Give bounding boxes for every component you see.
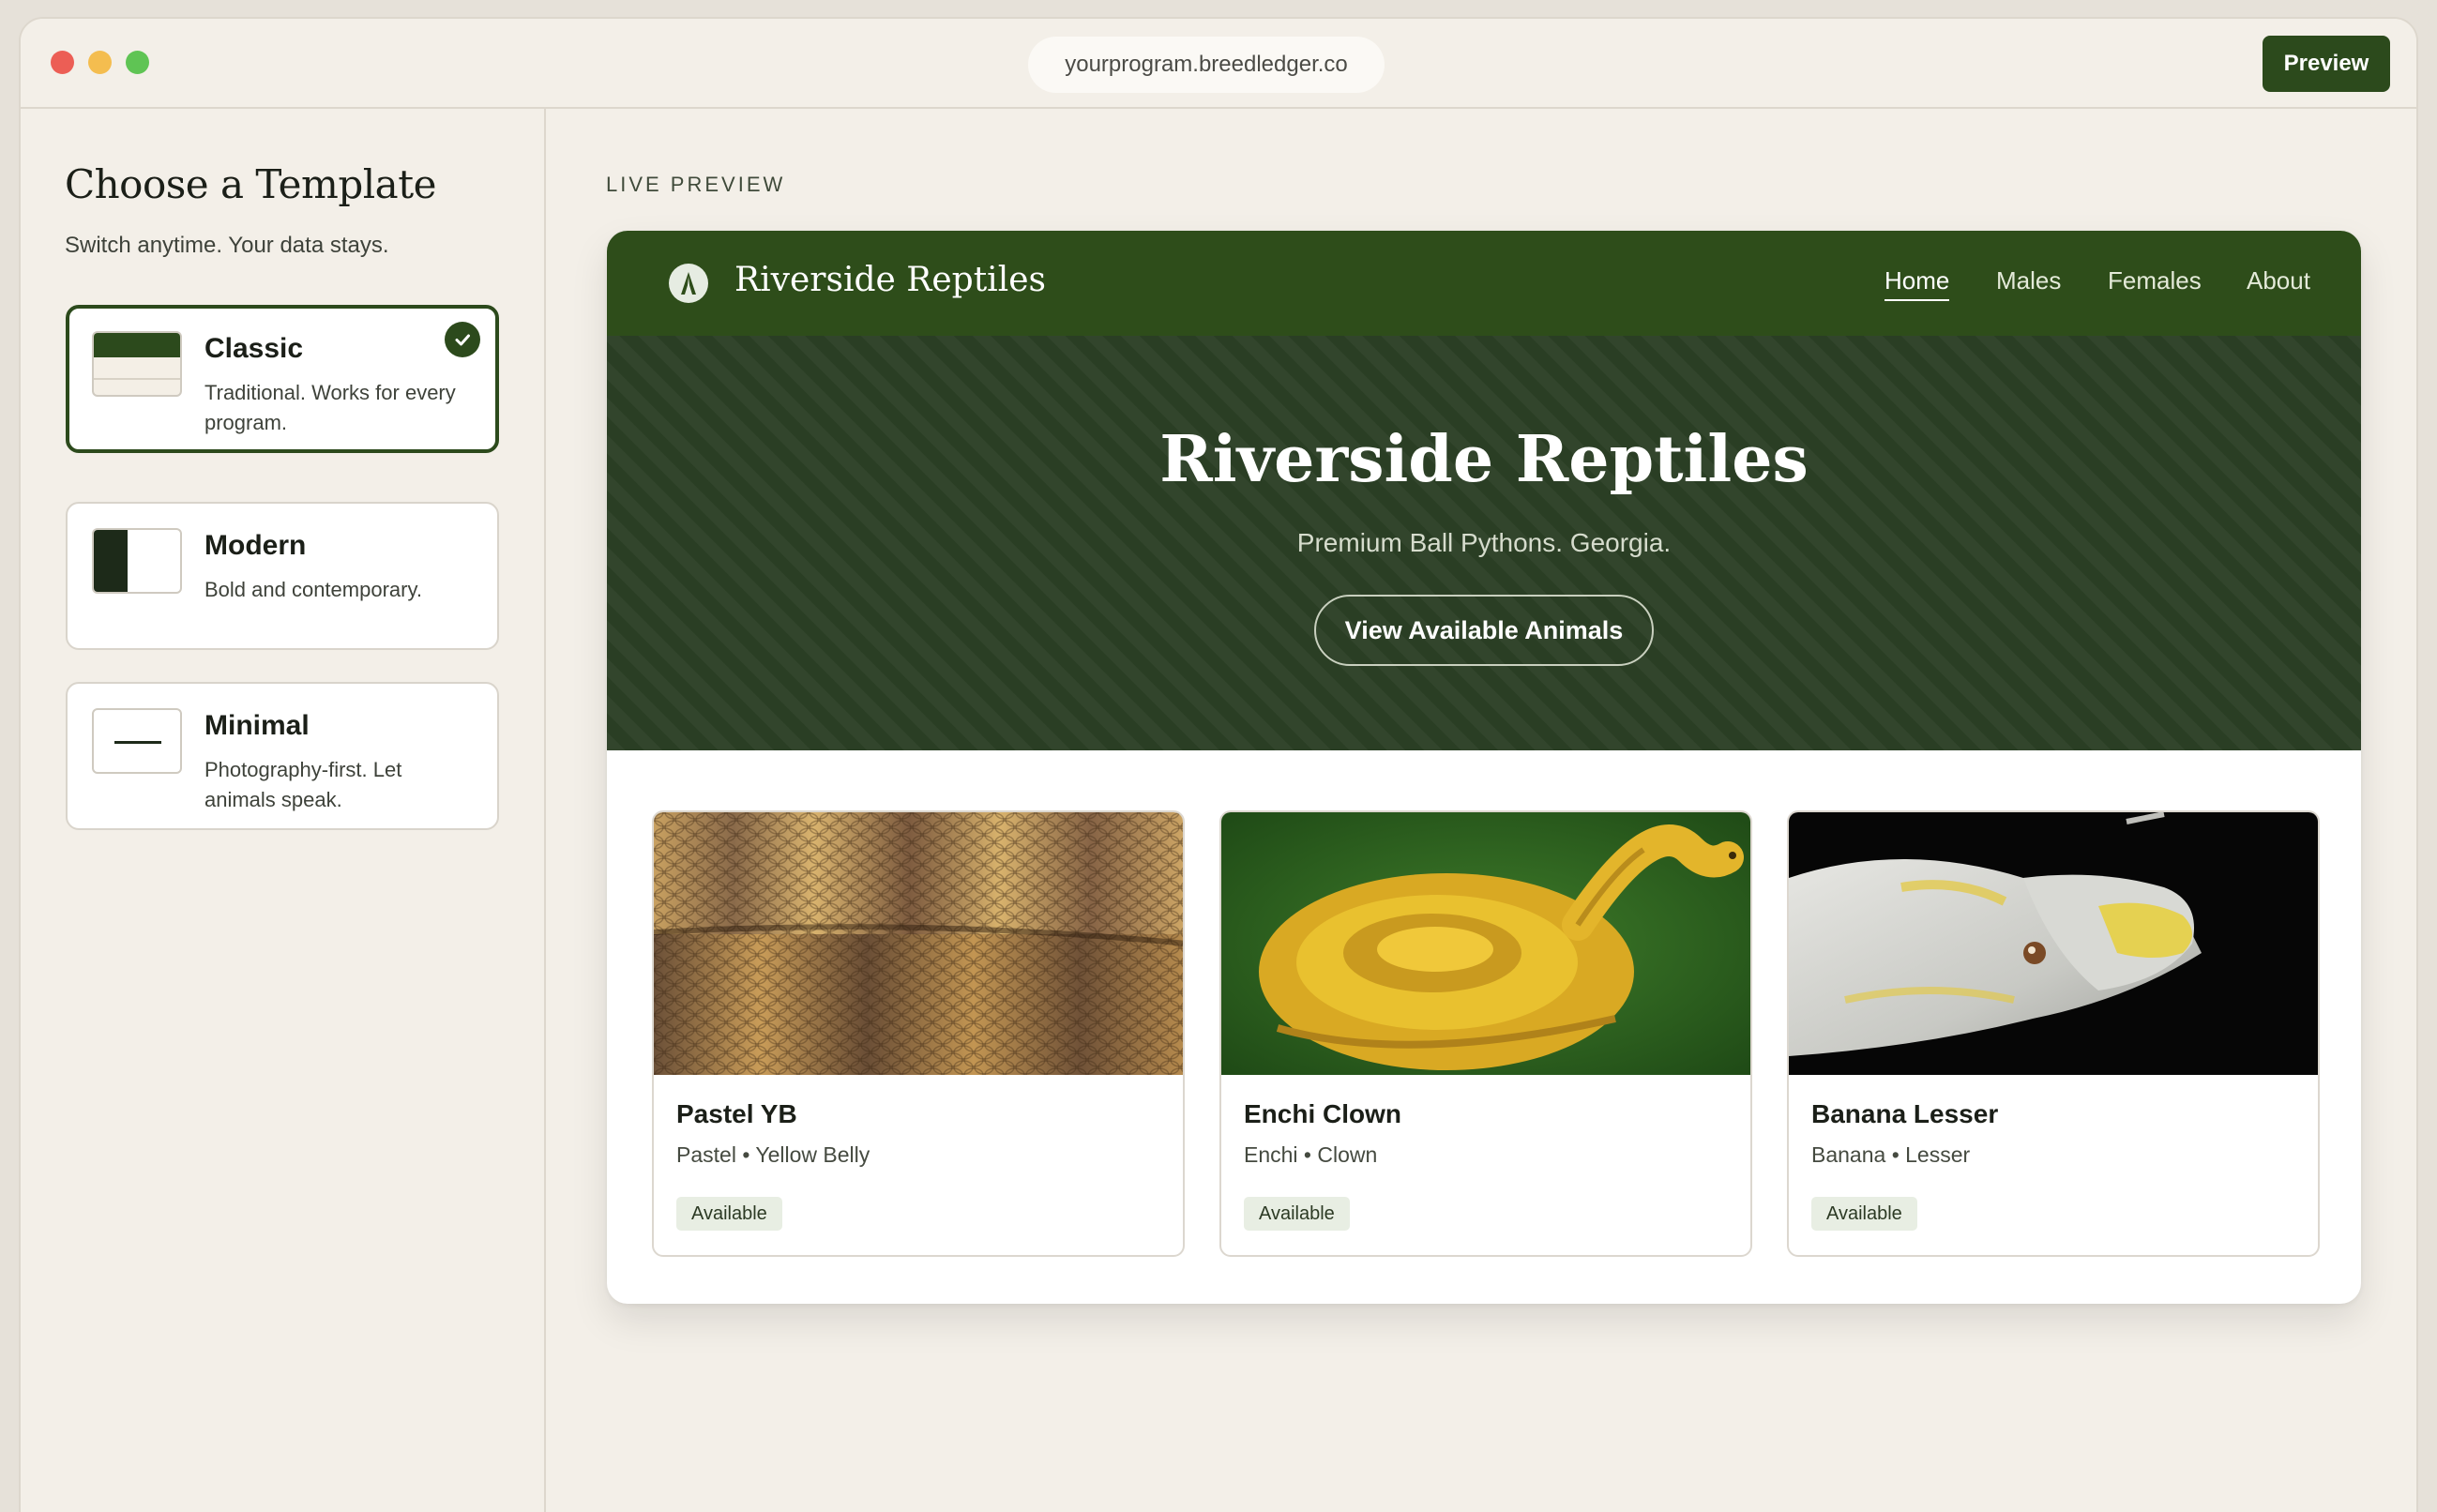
close-window-button[interactable] bbox=[51, 51, 74, 74]
animal-card-enchi-clown[interactable]: Enchi Clown Enchi • Clown Available bbox=[1219, 810, 1752, 1257]
classic-thumbnail-icon bbox=[92, 331, 182, 397]
snake-photo-banana-lesser bbox=[1789, 812, 2318, 1075]
template-description: Photography-first. Let animals speak. bbox=[204, 758, 402, 811]
animal-genes: Pastel • Yellow Belly bbox=[676, 1142, 870, 1167]
minimize-window-button[interactable] bbox=[88, 51, 112, 74]
animal-name: Banana Lesser bbox=[1811, 1099, 1999, 1128]
modern-thumbnail-icon bbox=[92, 528, 182, 594]
status-badge: Available bbox=[1244, 1197, 1350, 1231]
sidebar-title: Choose a Template bbox=[65, 161, 436, 207]
browser-titlebar: yourprogram.breedledger.co Preview bbox=[21, 19, 2416, 109]
template-option-minimal[interactable]: Minimal Photography-first. Let animals s… bbox=[66, 682, 499, 830]
site-navbar: Riverside Reptiles Home Males Females Ab… bbox=[607, 231, 2361, 336]
template-description: Bold and contemporary. bbox=[204, 578, 422, 601]
animal-name: Pastel YB bbox=[676, 1099, 797, 1128]
animal-card-banana-lesser[interactable]: Banana Lesser Banana • Lesser Available bbox=[1787, 810, 2320, 1257]
url-bar[interactable]: yourprogram.breedledger.co bbox=[1028, 37, 1385, 93]
nav-link-about[interactable]: About bbox=[2247, 266, 2310, 295]
minimal-thumbnail-icon bbox=[92, 708, 182, 774]
hero-subtitle: Premium Ball Pythons. Georgia. bbox=[1296, 528, 1672, 557]
sidebar-subtitle: Switch anytime. Your data stays. bbox=[65, 233, 389, 258]
maximize-window-button[interactable] bbox=[126, 51, 149, 74]
selected-check-icon bbox=[445, 322, 480, 357]
animal-card-pastel-yb[interactable]: Pastel YB Pastel • Yellow Belly Availabl… bbox=[652, 810, 1185, 1257]
live-preview-label: LIVE PREVIEW bbox=[606, 173, 786, 196]
template-sidebar: Choose a Template Switch anytime. Your d… bbox=[21, 109, 546, 1512]
browser-window: yourprogram.breedledger.co Preview Choos… bbox=[19, 17, 2418, 1512]
template-option-classic[interactable]: Classic Traditional. Works for every pro… bbox=[66, 305, 499, 453]
status-badge: Available bbox=[676, 1197, 782, 1231]
nav-link-females[interactable]: Females bbox=[2108, 266, 2202, 295]
animal-genes: Enchi • Clown bbox=[1244, 1142, 1378, 1167]
nav-link-males[interactable]: Males bbox=[1996, 266, 2061, 295]
animal-genes: Banana • Lesser bbox=[1811, 1142, 1971, 1167]
status-badge: Available bbox=[1811, 1197, 1917, 1231]
nav-link-home[interactable]: Home bbox=[1885, 266, 1950, 301]
snake-photo-pastel-yb bbox=[654, 812, 1183, 1075]
template-description: Traditional. Works for every program. bbox=[204, 381, 456, 434]
site-logo-icon bbox=[669, 264, 708, 303]
template-name: Classic bbox=[204, 333, 304, 364]
view-available-animals-button[interactable]: View Available Animals bbox=[1314, 595, 1654, 666]
site-name[interactable]: Riverside Reptiles bbox=[734, 261, 1046, 299]
preview-button[interactable]: Preview bbox=[2263, 36, 2390, 92]
template-name: Minimal bbox=[204, 710, 310, 741]
live-preview-card: Riverside Reptiles Home Males Females Ab… bbox=[607, 231, 2361, 1304]
hero-section: Riverside Reptiles Premium Ball Pythons.… bbox=[607, 336, 2361, 750]
template-name: Modern bbox=[204, 530, 307, 561]
template-option-modern[interactable]: Modern Bold and contemporary. bbox=[66, 502, 499, 650]
snake-photo-enchi-clown bbox=[1221, 812, 1750, 1075]
hero-title: Riverside Reptiles bbox=[1159, 422, 1809, 497]
animal-name: Enchi Clown bbox=[1244, 1099, 1401, 1128]
